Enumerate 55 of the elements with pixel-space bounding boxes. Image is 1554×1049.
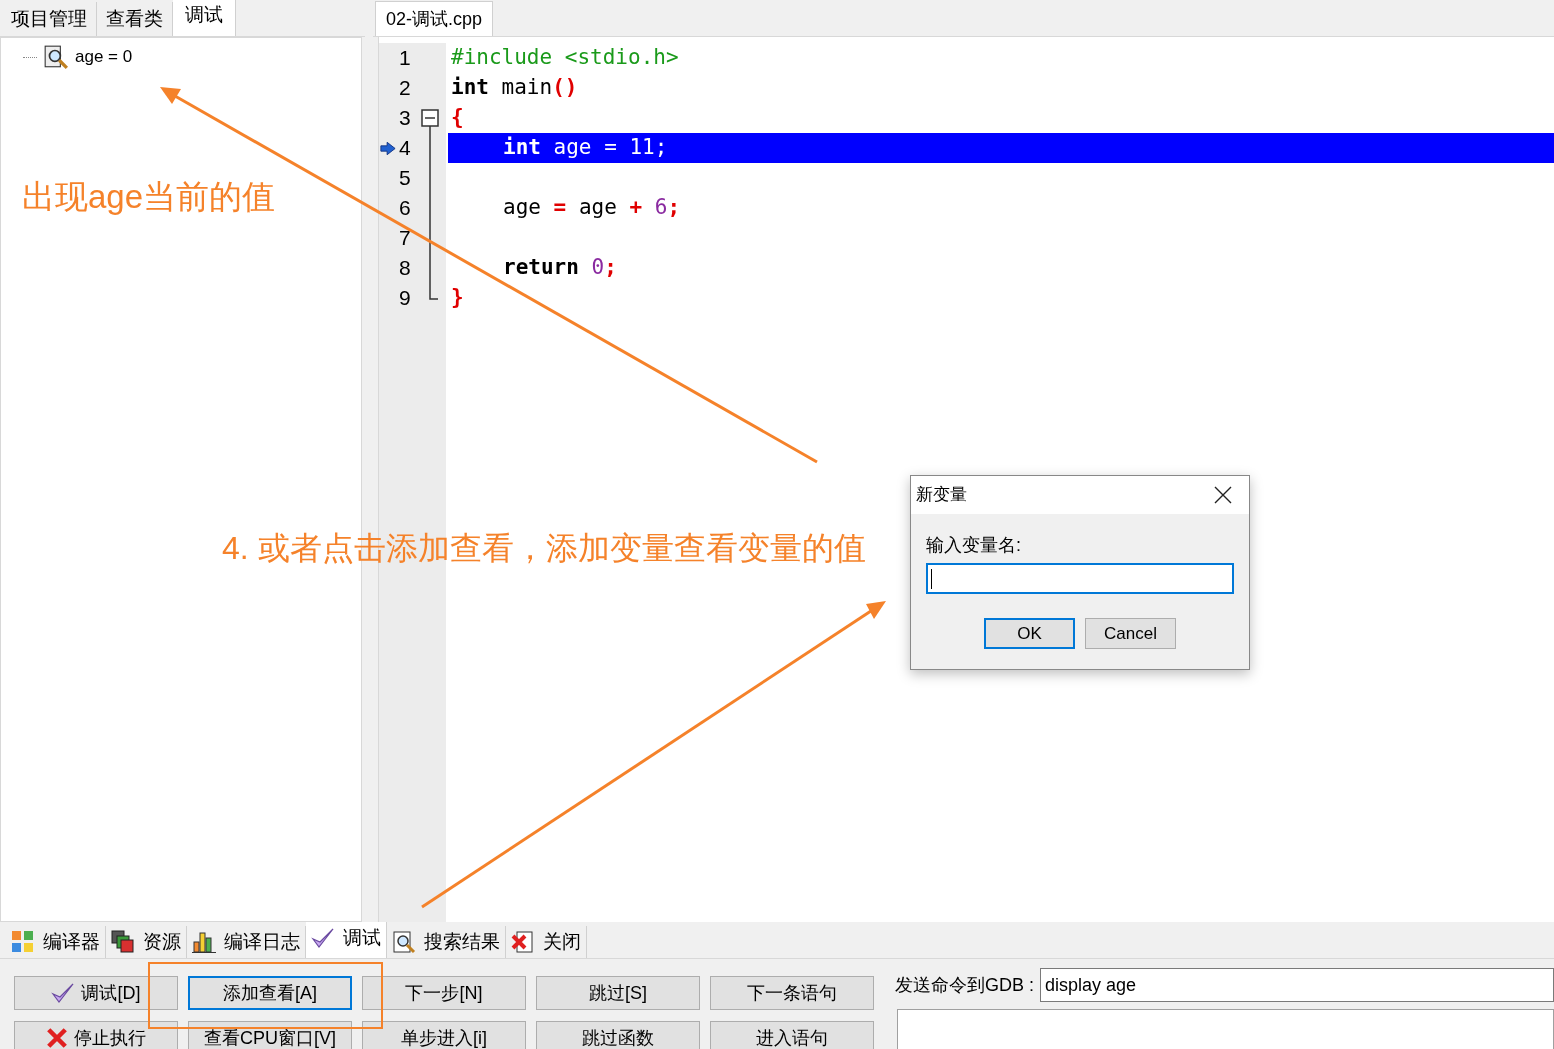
code-line: #include <stdio.h> bbox=[450, 44, 680, 72]
panel-tab[interactable]: 关闭 bbox=[506, 926, 587, 958]
debug-button[interactable]: 单步进入[i] bbox=[362, 1021, 526, 1049]
line-number: 6 bbox=[399, 195, 411, 222]
debug-button[interactable]: 添加查看[A] bbox=[188, 976, 352, 1010]
code-line: int main() bbox=[450, 74, 579, 102]
gdb-command-field[interactable]: display age bbox=[1040, 968, 1554, 1002]
line-number: 4 bbox=[399, 135, 411, 162]
line-number: 5 bbox=[399, 165, 411, 192]
close-document-icon bbox=[511, 930, 535, 954]
code-line: { bbox=[450, 104, 465, 132]
line-number: 2 bbox=[399, 75, 411, 102]
field-label: 输入变量名: bbox=[926, 534, 1022, 557]
gdb-command-label: 发送命令到GDB : bbox=[895, 973, 1034, 997]
debug-button[interactable]: 跳过函数 bbox=[536, 1021, 700, 1049]
debug-button[interactable]: 停止执行 bbox=[14, 1021, 178, 1049]
panel-tab[interactable]: 编译器 bbox=[6, 926, 106, 958]
panel-tab[interactable]: 调试 bbox=[173, 0, 236, 36]
watch-icon bbox=[43, 44, 69, 70]
debug-button[interactable]: 查看CPU窗口[V] bbox=[188, 1021, 352, 1049]
line-number: 1 bbox=[399, 45, 411, 72]
check-icon bbox=[51, 981, 76, 1005]
annotation-text: 4. 或者点击添加查看，添加变量查看变量的值 bbox=[222, 529, 866, 568]
panel-tab[interactable]: 编译日志 bbox=[187, 926, 306, 958]
line-number: 3 bbox=[399, 105, 411, 132]
debug-button[interactable]: 跳过[S] bbox=[536, 976, 700, 1010]
code-line: } bbox=[450, 284, 465, 312]
code-line: age = age + 6; bbox=[502, 194, 682, 222]
debug-button[interactable]: 下一条语句 bbox=[710, 976, 874, 1010]
panel-tab[interactable]: 调试 bbox=[306, 922, 387, 958]
line-number: 8 bbox=[399, 255, 411, 282]
debug-button[interactable]: 调试[D] bbox=[14, 976, 178, 1010]
code-line: return 0; bbox=[502, 254, 618, 282]
watch-item[interactable]: age = 0 bbox=[75, 44, 133, 70]
stacked-squares-icon bbox=[111, 930, 135, 954]
dialog-title: 新变量 bbox=[916, 484, 967, 507]
line-number: 7 bbox=[399, 225, 411, 252]
dialog-button[interactable]: Cancel bbox=[1085, 618, 1176, 649]
panel-tab[interactable]: 资源 bbox=[106, 926, 187, 958]
file-tab[interactable]: 02-调试.cpp bbox=[375, 1, 494, 36]
panel-tab[interactable]: 搜索结果 bbox=[387, 926, 506, 958]
text-cursor bbox=[931, 568, 932, 589]
debug-button[interactable]: 进入语句 bbox=[710, 1021, 874, 1049]
annotation-text: 出现age当前的值 bbox=[22, 177, 276, 217]
debug-button[interactable]: 下一步[N] bbox=[362, 976, 526, 1010]
close-icon[interactable] bbox=[1214, 486, 1232, 504]
check-icon bbox=[311, 926, 335, 950]
close-icon bbox=[46, 1027, 68, 1049]
line-number: 9 bbox=[399, 285, 411, 312]
dialog-button[interactable]: OK bbox=[984, 618, 1075, 649]
search-document-icon bbox=[392, 930, 416, 954]
bar-chart-icon bbox=[192, 930, 216, 954]
grid-icon bbox=[11, 930, 35, 954]
variable-name-field[interactable] bbox=[926, 563, 1234, 594]
current-line-arrow-icon bbox=[380, 141, 396, 156]
